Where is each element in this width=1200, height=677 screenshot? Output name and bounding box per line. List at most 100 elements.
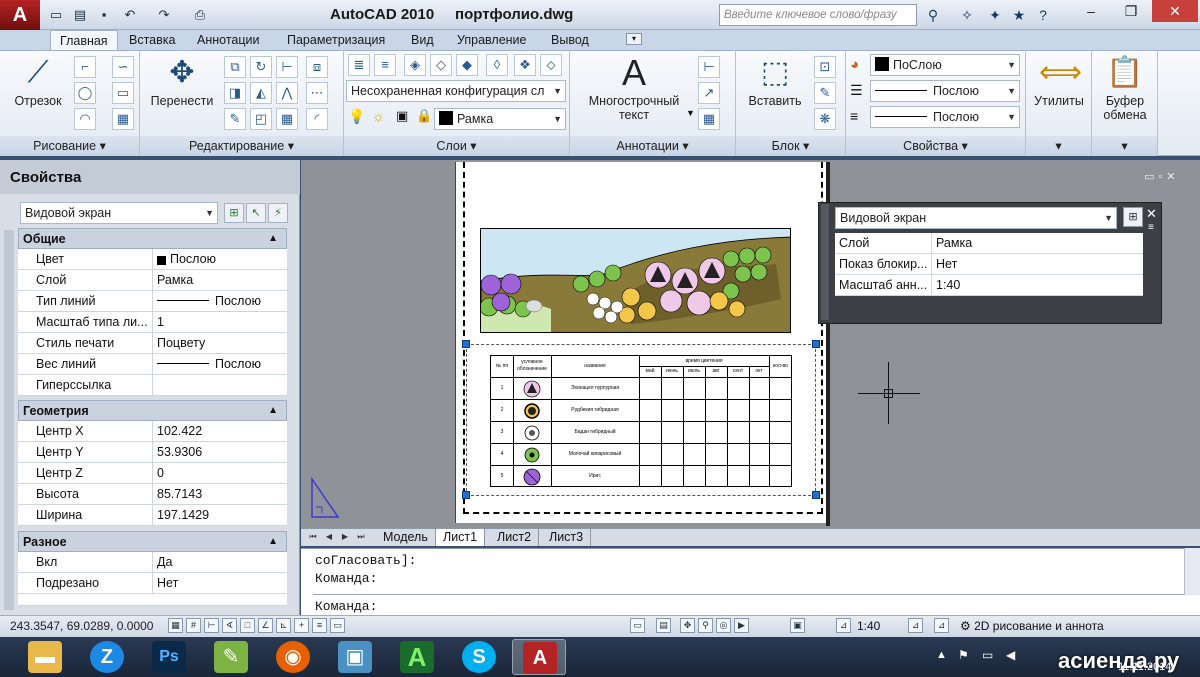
- tray-volume-icon[interactable]: ◀: [1006, 648, 1015, 662]
- first-tab-icon[interactable]: ⏮: [306, 530, 320, 544]
- edit-block-icon[interactable]: ✎: [814, 82, 836, 104]
- offset-icon[interactable]: ⧈: [306, 56, 328, 78]
- grip-top-left[interactable]: [462, 340, 470, 348]
- viewport-freeze-icon[interactable]: ▣: [396, 108, 408, 124]
- prop-row-center-z[interactable]: Центр Z0: [18, 463, 287, 484]
- clipboard-button[interactable]: 📋 Буфер обмена: [1094, 54, 1156, 122]
- scale-icon[interactable]: ◰: [250, 108, 272, 130]
- prop-row-width[interactable]: Ширина 197.1429: [18, 505, 287, 526]
- command-input[interactable]: Команда:: [315, 599, 377, 614]
- erase-icon[interactable]: ✎: [224, 108, 246, 130]
- tray-flag-icon[interactable]: ⚑: [958, 648, 969, 662]
- layer-properties-icon[interactable]: ≣: [348, 54, 370, 76]
- taskbar-archicad[interactable]: A: [390, 639, 444, 675]
- rectangle-icon[interactable]: ▭: [112, 82, 134, 104]
- lineweight-select[interactable]: Послою ▼: [870, 80, 1020, 102]
- zoom-icon[interactable]: ⚲: [698, 618, 713, 633]
- popup-options-icon[interactable]: ≡: [1148, 222, 1154, 233]
- object-type-select[interactable]: Видовой экран ▼: [20, 202, 218, 224]
- popup-customize-icon[interactable]: ⊞: [1123, 207, 1143, 227]
- popup-row-display-locked[interactable]: Показ блокир... Нет: [835, 254, 1143, 275]
- layer-state-select[interactable]: Несохраненная конфигурация сл ▼: [346, 80, 566, 102]
- popup-row-annotation-scale[interactable]: Масштаб анн... 1:40: [835, 275, 1143, 296]
- panel-annotation-title[interactable]: Аннотации ▾: [570, 136, 735, 156]
- layer-match-icon[interactable]: ◇: [430, 54, 452, 76]
- tray-date[interactable]: 11.11.2014: [1118, 661, 1171, 673]
- layer-lock-icon[interactable]: ⬦: [540, 54, 562, 76]
- panel-layers-title[interactable]: Слои ▾: [344, 136, 569, 156]
- plant-table[interactable]: № пп условное обозначение название время…: [490, 355, 792, 487]
- popup-grip-bar[interactable]: [821, 204, 829, 320]
- annotation-visibility-icon[interactable]: ⊿: [908, 618, 923, 633]
- prop-row-layer[interactable]: Слой Рамка: [18, 270, 287, 291]
- panel-draw-title[interactable]: Рисование ▾: [0, 136, 139, 156]
- favorites-star-icon[interactable]: ★: [1008, 5, 1030, 25]
- copy-icon[interactable]: ⧉: [224, 56, 246, 78]
- maximize-button[interactable]: ❐: [1110, 0, 1152, 22]
- command-scrollbar[interactable]: [1184, 548, 1200, 595]
- tab-model[interactable]: Модель: [376, 529, 436, 546]
- tab-layout2[interactable]: Лист2: [490, 529, 540, 546]
- popup-object-select[interactable]: Видовой экран ▼: [835, 207, 1117, 229]
- redo-icon[interactable]: ↷: [154, 5, 174, 25]
- popup-row-layer[interactable]: Слой Рамка: [835, 233, 1143, 254]
- insert-block-button[interactable]: ⬚ Вставить: [740, 54, 810, 108]
- application-menu-button[interactable]: A: [0, 0, 40, 30]
- mtext-dropdown-icon[interactable]: ▼: [686, 108, 695, 118]
- circle-icon[interactable]: ◯: [74, 82, 96, 104]
- workspace-switch[interactable]: ⚙ 2D рисование и аннота: [960, 615, 1104, 637]
- toggle-pickadd-icon[interactable]: ⊞: [224, 203, 244, 223]
- next-tab-icon[interactable]: ▶: [338, 530, 352, 544]
- prop-row-height[interactable]: Высота 85.7143: [18, 484, 287, 505]
- prop-row-lineweight[interactable]: Вес линий Послою: [18, 354, 287, 375]
- layer-select[interactable]: Рамка ▼: [434, 108, 566, 130]
- layer-isolate-icon[interactable]: ◆: [456, 54, 478, 76]
- showmotion-icon[interactable]: ▶: [734, 618, 749, 633]
- layer-state-icon[interactable]: ≡: [374, 54, 396, 76]
- tab-parametric[interactable]: Параметризация: [278, 30, 394, 50]
- prop-row-center-y[interactable]: Центр Y 53.9306: [18, 442, 287, 463]
- pan-icon[interactable]: ✥: [680, 618, 695, 633]
- hatch-icon[interactable]: ▦: [112, 108, 134, 130]
- utilities-dropdown[interactable]: ▾: [1026, 136, 1091, 156]
- tab-output[interactable]: Вывод: [542, 30, 598, 50]
- select-objects-icon[interactable]: ↖: [246, 203, 266, 223]
- close-button[interactable]: ✕: [1152, 0, 1198, 22]
- polar-tracking-icon[interactable]: ∢: [222, 618, 237, 633]
- rotate-icon[interactable]: ↻: [250, 56, 272, 78]
- quick-view-layouts-icon[interactable]: ▤: [656, 618, 671, 633]
- popup-close-icon[interactable]: ✕: [1146, 206, 1157, 222]
- utilities-button[interactable]: ⟺ Утилиты: [1028, 54, 1090, 108]
- prop-row-linetype[interactable]: Тип линий Послою: [18, 291, 287, 312]
- line-button[interactable]: ⟋ Отрезок: [6, 54, 70, 108]
- sun-icon[interactable]: ☼: [372, 108, 385, 124]
- stretch-icon[interactable]: ◨: [224, 82, 246, 104]
- save-icon[interactable]: ▪: [94, 5, 114, 25]
- landscape-drawing[interactable]: [480, 228, 791, 333]
- snap-mode-icon[interactable]: ▦: [168, 618, 183, 633]
- color-select[interactable]: ПоСлою ▼: [870, 54, 1020, 76]
- prop-row-linetype-scale[interactable]: Масштаб типа ли... 1: [18, 312, 287, 333]
- quick-properties-icon[interactable]: ▭: [330, 618, 345, 633]
- last-tab-icon[interactable]: ⏭: [354, 530, 368, 544]
- auto-scale-icon[interactable]: ⊿: [934, 618, 949, 633]
- linetype-select[interactable]: Послою ▼: [870, 106, 1020, 128]
- dynamic-input-icon[interactable]: +: [294, 618, 309, 633]
- taskbar-photoshop[interactable]: Ps: [142, 639, 196, 675]
- move-button[interactable]: ✥ Перенести: [144, 54, 220, 108]
- paper-space-icon[interactable]: ▭: [630, 618, 645, 633]
- subscription-icon[interactable]: ✦: [984, 5, 1006, 25]
- section-geometry[interactable]: Геометрия ▲: [18, 400, 287, 421]
- taskbar-explorer[interactable]: ▬: [18, 639, 72, 675]
- arc-icon[interactable]: ◠: [74, 108, 96, 130]
- prop-row-plot-style[interactable]: Стиль печати Поцвету: [18, 333, 287, 354]
- object-snap-icon[interactable]: □: [240, 618, 255, 633]
- lightbulb-icon[interactable]: 💡: [348, 108, 365, 125]
- prop-row-on[interactable]: Вкл Да: [18, 552, 287, 573]
- open-file-icon[interactable]: ▤: [70, 5, 90, 25]
- prop-row-center-x[interactable]: Центр X 102.422: [18, 421, 287, 442]
- viewport-window-controls-icon[interactable]: ▭▫✕: [1144, 170, 1180, 183]
- layer-off-icon[interactable]: ◊: [486, 54, 508, 76]
- table-icon[interactable]: ▦: [698, 108, 720, 130]
- lock-icon[interactable]: 🔒: [416, 108, 432, 124]
